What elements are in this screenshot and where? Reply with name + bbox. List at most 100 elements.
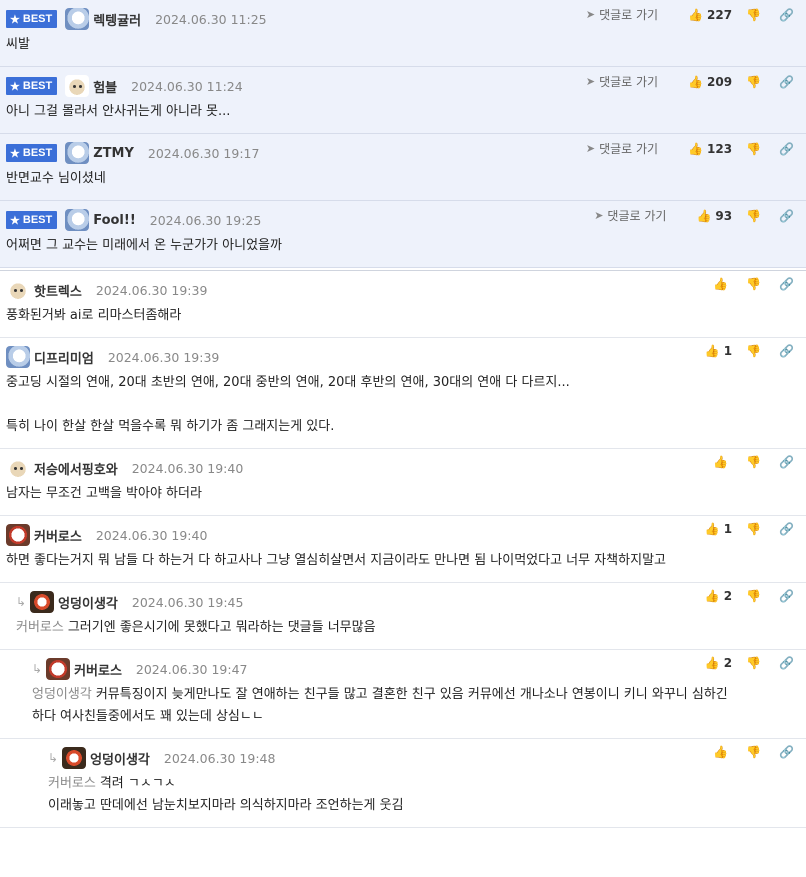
comment-actions: 👍 👎 🔗: [699, 455, 798, 469]
comment-body: 아니 그걸 몰라서 안사귀는게 아니라 못...: [6, 97, 800, 133]
avatar[interactable]: [6, 457, 30, 479]
nickname[interactable]: 커버로스: [74, 660, 122, 679]
avatar[interactable]: [6, 524, 30, 546]
goto-label: 댓글로 가기: [599, 8, 659, 22]
avatar[interactable]: [46, 658, 71, 680]
dislike-button[interactable]: 👎: [746, 142, 765, 156]
mention-link[interactable]: 커버로스: [48, 776, 96, 791]
arrow-icon: ➤: [585, 75, 596, 88]
nickname[interactable]: 엉덩이생각: [58, 593, 118, 612]
thumbs-up-icon: 👍: [713, 745, 729, 759]
avatar[interactable]: [65, 209, 90, 231]
nickname[interactable]: 험블: [93, 77, 117, 96]
link-icon: 🔗: [779, 522, 794, 536]
comment-date: 2024.06.30 19:25: [149, 212, 262, 228]
like-button[interactable]: 👍: [713, 745, 732, 759]
dislike-button[interactable]: 👎: [746, 656, 765, 670]
like-button[interactable]: 👍 227: [688, 8, 732, 22]
goto-comment-link[interactable]: ➤ 댓글로 가기: [586, 73, 658, 90]
share-button[interactable]: 🔗: [779, 142, 798, 156]
link-icon: 🔗: [779, 141, 794, 156]
comment-line: 이래놓고 딴데에선 남눈치보지마라 의식하지마라 조언하는게 웃김: [48, 798, 404, 813]
share-button[interactable]: 🔗: [779, 344, 798, 358]
dislike-button[interactable]: 👎: [746, 745, 765, 759]
like-button[interactable]: 👍 123: [688, 142, 732, 156]
nickname[interactable]: 렉텡귤러: [93, 10, 141, 29]
avatar[interactable]: [6, 279, 30, 301]
thumbs-up-icon: 👍: [688, 141, 704, 156]
dislike-button[interactable]: 👎: [746, 209, 765, 223]
goto-comment-link[interactable]: ➤ 댓글로 가기: [586, 6, 658, 23]
link-icon: 🔗: [779, 455, 794, 469]
arrow-icon: ➤: [585, 142, 596, 155]
comment: ↳ 엉덩이생각 2024.06.30 19:48 👍 👎 🔗 커버로스 격려 ㄱㅅㄱㅅ 이래놓고…: [0, 739, 806, 828]
nickname[interactable]: 커버로스: [34, 526, 82, 545]
best-label: BEST: [22, 147, 53, 159]
nickname[interactable]: 엉덩이생각: [90, 749, 150, 768]
thumbs-up-icon: 👍: [704, 522, 720, 536]
dislike-button[interactable]: 👎: [746, 344, 765, 358]
share-button[interactable]: 🔗: [779, 522, 798, 536]
star-icon: ★: [10, 147, 20, 160]
thumbs-down-icon: 👎: [746, 522, 762, 536]
nickname[interactable]: ZTMY: [93, 146, 134, 161]
reply-arrow-icon: ↳: [16, 595, 27, 609]
dislike-button[interactable]: 👎: [746, 8, 765, 22]
comment: ↳ 커버로스 2024.06.30 19:47 👍 2 👎 🔗 엉덩이생각 커뮤특징이지 늦게만…: [0, 650, 806, 739]
link-icon: 🔗: [779, 589, 794, 603]
comment-list: ★ BEST 렉텡귤러 2024.06.30 11:25 ➤ 댓글로 가기 👍 227 👎 🔗 씨발…: [0, 0, 806, 828]
reply-arrow-icon: ↳: [32, 662, 43, 676]
comment-line: 남자는 무조건 고백을 박아야 하더라: [6, 486, 202, 501]
nickname[interactable]: Fool!!: [93, 213, 136, 228]
dislike-button[interactable]: 👎: [746, 589, 765, 603]
thumbs-down-icon: 👎: [746, 589, 762, 603]
like-button[interactable]: 👍 1: [705, 344, 732, 358]
goto-comment-link[interactable]: ➤ 댓글로 가기: [586, 140, 658, 157]
like-button[interactable]: 👍 2: [705, 589, 732, 603]
like-button[interactable]: 👍: [713, 277, 732, 291]
best-comment: ★ BEST Fool!! 2024.06.30 19:25 ➤ 댓글로 가기 👍 93 👎 🔗 어…: [0, 201, 806, 268]
like-button[interactable]: 👍 93: [696, 209, 732, 223]
nickname[interactable]: 저승에서핑호와: [34, 459, 118, 478]
share-button[interactable]: 🔗: [779, 75, 798, 89]
thumbs-down-icon: 👎: [746, 455, 762, 469]
share-button[interactable]: 🔗: [779, 455, 798, 469]
dislike-button[interactable]: 👎: [746, 75, 765, 89]
link-icon: 🔗: [779, 344, 794, 358]
like-button[interactable]: 👍 1: [705, 522, 732, 536]
share-button[interactable]: 🔗: [779, 745, 798, 759]
mention-link[interactable]: 엉덩이생각: [32, 687, 92, 702]
like-button[interactable]: 👍 2: [705, 656, 732, 670]
share-button[interactable]: 🔗: [779, 8, 798, 22]
dislike-button[interactable]: 👎: [746, 277, 765, 291]
link-icon: 🔗: [779, 74, 794, 89]
like-button[interactable]: 👍 209: [688, 75, 732, 89]
share-button[interactable]: 🔗: [779, 209, 798, 223]
link-icon: 🔗: [779, 7, 794, 22]
avatar[interactable]: [65, 8, 90, 30]
like-button[interactable]: 👍: [713, 455, 732, 469]
avatar[interactable]: [30, 591, 55, 613]
dislike-button[interactable]: 👎: [746, 455, 765, 469]
avatar[interactable]: [65, 142, 90, 164]
goto-comment-link[interactable]: ➤ 댓글로 가기: [594, 207, 666, 224]
nickname[interactable]: 디프리미엄: [34, 348, 94, 367]
avatar[interactable]: [62, 747, 87, 769]
thumbs-up-icon: 👍: [704, 656, 720, 670]
avatar[interactable]: [65, 75, 90, 97]
comment-header: 핫트렉스 2024.06.30 19:39: [6, 279, 800, 301]
comment-text: 씨발: [6, 37, 30, 52]
nickname[interactable]: 핫트렉스: [34, 281, 82, 300]
share-button[interactable]: 🔗: [779, 656, 798, 670]
mention-link[interactable]: 커버로스: [16, 620, 64, 635]
comment-body: 씨발: [6, 30, 800, 66]
share-button[interactable]: 🔗: [779, 277, 798, 291]
comment-actions: ➤ 댓글로 가기 👍 227 👎 🔗: [586, 6, 798, 23]
dislike-button[interactable]: 👎: [746, 522, 765, 536]
comment-date: 2024.06.30 11:25: [155, 11, 267, 27]
comment-header: 저승에서핑호와 2024.06.30 19:40: [6, 457, 800, 479]
thumbs-down-icon: 👎: [746, 745, 762, 759]
share-button[interactable]: 🔗: [779, 589, 798, 603]
thumbs-down-icon: 👎: [746, 208, 762, 223]
avatar[interactable]: [6, 346, 30, 368]
